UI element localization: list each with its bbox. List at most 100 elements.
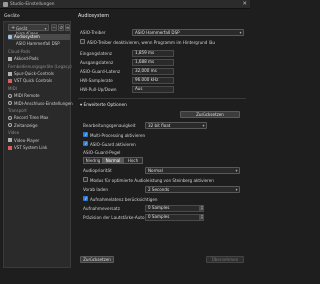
chevron-down-icon: ▾ [235,168,238,173]
pullup-label: HW-Pull-Up/Down [80,87,117,92]
calib-field[interactable]: 0 Samples [145,214,200,221]
tree-category: Transport [8,108,70,114]
guard-latency-value: 32,000 ms [132,68,174,75]
tree-item-label: ASIO Hammerfall DSP [16,41,60,47]
multiprocessing-checkbox[interactable] [83,132,88,137]
tree-item[interactable]: VST Quick Controls [8,78,70,84]
input-latency-label: Eingangslatenz [80,51,112,56]
output-latency-label: Ausgangslatenz [80,60,114,65]
tree-category: Fernbedienungsgeräte (Legacy) [8,63,72,70]
pads-icon [8,56,12,61]
midi-icon [8,93,12,98]
chevron-down-icon: ▾ [44,25,47,31]
input-latency-value: 1,859 ms [132,50,174,57]
asio-driver-label: ASIO-Treiber [80,30,106,35]
preload-label: Vorab laden [83,187,108,192]
tree-category: Cloud-Pads [8,49,70,55]
title-bar: Studio-Einstellungen ✕ [0,0,250,9]
video-icon [8,138,12,143]
deactivate-driver-label: ASIO-Treiber deaktivieren, wenn Programm… [87,39,215,45]
tree-item[interactable]: Zeitanzeige [8,123,70,129]
precision-label: Bearbeitungsgenauigkeit [83,123,136,128]
tree-item[interactable]: Audiosystem [8,34,70,40]
tree-item-label: Video [8,130,20,136]
steinberg-mode-label: Modus für optimierte Audioleistung von S… [90,177,214,183]
asio-guard-label: ASIO-Guard aktivieren [90,141,136,147]
rec-offset-label: Aufnahmeversatz [83,206,120,211]
app-icon [3,2,8,7]
tree-item-label: VST Quick Controls [14,78,53,84]
tree-item-label: Fernbedienungsgeräte (Legacy) [8,63,72,69]
priority-dropdown[interactable]: Normal ▾ [145,167,240,174]
tree-category: MIDI [8,86,70,92]
chevron-down-icon: ▾ [235,187,238,192]
tree-item[interactable]: Spur-Quick-Controls [8,71,70,77]
tree-item-label: Akkord-Pads [14,56,39,62]
tree-category: Video [8,130,70,136]
preload-dropdown[interactable]: 2 Seconds ▾ [145,186,240,193]
chevron-down-icon: ▾ [202,123,205,128]
pullup-value: Aus [132,86,174,93]
asio-driver-dropdown[interactable]: ASIO Hammerfall DSP ▾ [132,29,244,36]
tree-item[interactable]: MIDI-Anschluss-Einstellungen [8,100,73,107]
audio-system-header: Audiosystem [78,14,109,19]
asio-driver-value: ASIO Hammerfall DSP [135,30,180,35]
tree-item-label: VST System Link [14,145,48,150]
preload-value: 2 Seconds [148,187,170,192]
level-normal-button[interactable]: Normal [103,157,123,164]
menu-icon[interactable]: ≡ [65,24,70,31]
tree-item-label: MIDI [8,85,17,91]
window-title: Studio-Einstellungen [10,2,55,7]
rec-latency-checkbox[interactable] [83,196,88,201]
link-icon [8,145,12,150]
asio-guard-level-label: ASIO-Guard-Pegel [83,150,121,155]
level-high-button[interactable]: Hoch [123,157,143,164]
tree-item[interactable]: Akkord-Pads [8,56,70,62]
precision-value: 32 bit float [148,123,171,128]
chevron-down-icon: ▾ [239,30,242,35]
vst-icon [8,78,12,83]
tree-item-label: Transport [8,108,27,113]
tree-item-label: Cloud-Pads [8,48,31,54]
apply-button[interactable]: Übernehmen [206,256,244,263]
plus-icon: + [11,25,16,31]
level-low-button[interactable]: Niedrig [83,157,103,164]
advanced-options-label: Erweiterte Optionen [83,103,127,108]
add-device-dropdown[interactable]: + Gerät hinzufügen ▾ [8,24,49,36]
clock-icon [8,115,12,120]
reset-button[interactable]: Zurücksetzen [80,256,114,263]
section-divider [78,98,246,99]
tree-item-label: Video-Player [14,137,40,143]
sample-rate-value: 96.000 kHz [132,77,174,84]
tree-item-label: Record Time Max [14,115,49,121]
rec-latency-label: Aufnahmelatenz berücksichtigen [90,196,158,202]
devices-header: Geräte [4,14,20,19]
tree-item-label: Audiosystem [14,34,40,39]
tree-item[interactable]: ASIO Hammerfall DSP [8,41,70,47]
tree-item-label: MIDI-Anschluss-Einstellungen [14,100,73,106]
multiprocessing-label: Multi-Processing aktivieren [90,132,146,138]
advanced-options-title[interactable]: ▾ Erweiterte Optionen [80,103,127,108]
rec-offset-stepper[interactable]: ▲ ▼ [200,205,204,212]
calib-stepper[interactable]: ▲ ▼ [200,214,204,221]
precision-dropdown[interactable]: 32 bit float ▾ [145,122,207,129]
tree-item[interactable]: VST System Link [8,145,70,151]
rec-offset-field[interactable]: 0 Samples [145,205,200,212]
remove-icon[interactable]: − [51,24,57,31]
priority-label: Audiopriorität [83,168,112,173]
asio-guard-checkbox[interactable] [83,141,88,146]
output-latency-value: 1,688 ms [132,59,174,66]
steinberg-mode-checkbox[interactable] [83,177,88,182]
reset-icon[interactable]: ↺ [58,24,64,31]
tree-item[interactable]: Video-Player [8,138,70,144]
audio-icon [8,34,12,39]
tree-item[interactable]: MIDI Remote [8,93,70,99]
tree-item-label: Zeitanzeige [14,122,38,128]
tree-item[interactable]: Record Time Max [8,115,70,121]
deactivate-driver-checkbox[interactable] [80,39,85,44]
priority-value: Normal [148,168,163,173]
device-list-panel: + Gerät hinzufügen ▾ − ↺ ≡ Audiosystem AS… [3,21,73,268]
close-icon[interactable]: ✕ [242,1,247,7]
tree-item-label: Spur-Quick-Controls [14,71,54,76]
advanced-reset-button[interactable]: Zurücksetzen [180,111,240,118]
